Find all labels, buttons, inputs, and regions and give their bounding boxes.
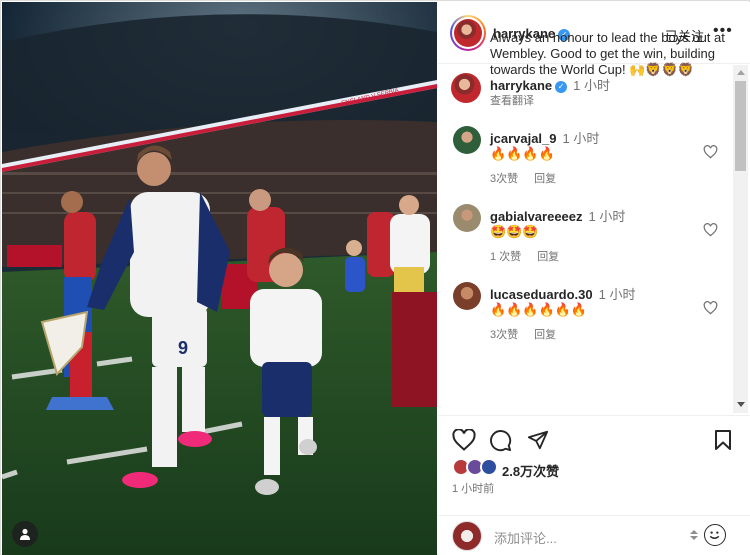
reply-button[interactable]: 回复 <box>537 251 559 263</box>
post-actions: 2.8万次赞 1 小时前 <box>438 415 750 515</box>
comment-heart-icon[interactable] <box>703 301 718 315</box>
post-dialog: 9 ENGLAND V SERBIA harrykane ✓ 已关注 ••• h… <box>0 0 750 555</box>
comment-text: 🤩🤩🤩 <box>490 224 539 239</box>
svg-text:9: 9 <box>178 338 188 358</box>
emoji-icon[interactable] <box>704 524 726 546</box>
resize-icon[interactable] <box>688 528 700 542</box>
avatar <box>480 458 498 476</box>
see-translation-link[interactable]: 查看翻译 <box>490 92 534 108</box>
reply-button[interactable]: 回复 <box>534 173 556 185</box>
scroll-up-arrow-icon[interactable] <box>737 70 745 75</box>
user-tags-button[interactable] <box>12 521 38 547</box>
share-icon[interactable] <box>527 429 549 451</box>
reply-button[interactable]: 回复 <box>534 329 556 341</box>
caption-text: Always an honour to lead the boys out at… <box>490 30 725 77</box>
verified-badge-icon: ✓ <box>555 81 568 93</box>
comment-heart-icon[interactable] <box>703 145 718 159</box>
likes-count[interactable]: 2.8万次赞 <box>502 461 559 480</box>
bookmark-icon[interactable] <box>714 429 732 451</box>
comments-list[interactable]: harrykane ✓ 1 小时 <box>438 65 750 415</box>
post-photo[interactable]: 9 ENGLAND V SERBIA <box>2 2 437 555</box>
caption-time: 1 小时 <box>573 78 610 93</box>
comment-avatar[interactable] <box>453 282 481 310</box>
comment-icon[interactable] <box>489 429 512 452</box>
comment-meta: 3次赞 回复 <box>490 170 572 186</box>
post-timestamp[interactable]: 1 小时前 <box>452 480 494 496</box>
comment-meta: 1 次赞 回复 <box>490 248 575 264</box>
comment-avatar[interactable] <box>453 126 481 154</box>
comment-text: 🔥🔥🔥🔥 <box>490 146 555 161</box>
person-icon <box>20 528 30 540</box>
comment-username[interactable]: jcarvajal_9 1 小时 <box>490 128 599 147</box>
author-avatar[interactable] <box>450 15 486 51</box>
comment-text: 🔥🔥🔥🔥🔥🔥 <box>490 302 588 317</box>
comment-heart-icon[interactable] <box>703 223 718 237</box>
heart-icon[interactable] <box>452 429 476 451</box>
comment-likes[interactable]: 3次赞 <box>490 329 518 341</box>
comment-composer: 添加评论... <box>438 515 750 555</box>
comment-username[interactable]: gabialvareeeez 1 小时 <box>490 206 625 225</box>
comment-avatar[interactable] <box>453 204 481 232</box>
comment-input[interactable]: 添加评论... <box>494 528 557 547</box>
scroll-down-arrow-icon[interactable] <box>737 402 745 407</box>
stadium-scene-image: 9 ENGLAND V SERBIA <box>2 2 437 555</box>
scrollbar-thumb[interactable] <box>735 81 746 171</box>
current-user-avatar[interactable] <box>452 521 482 551</box>
post-side-panel: harrykane ✓ 已关注 ••• harrykane ✓ 1 小时 Always… <box>438 2 750 555</box>
comment-likes[interactable]: 3次赞 <box>490 173 518 185</box>
comment-meta: 3次赞 回复 <box>490 326 572 342</box>
comment-username[interactable]: lucaseduardo.30 1 小时 <box>490 284 635 303</box>
comment-likes[interactable]: 1 次赞 <box>490 251 521 263</box>
caption-avatar[interactable] <box>451 73 481 103</box>
